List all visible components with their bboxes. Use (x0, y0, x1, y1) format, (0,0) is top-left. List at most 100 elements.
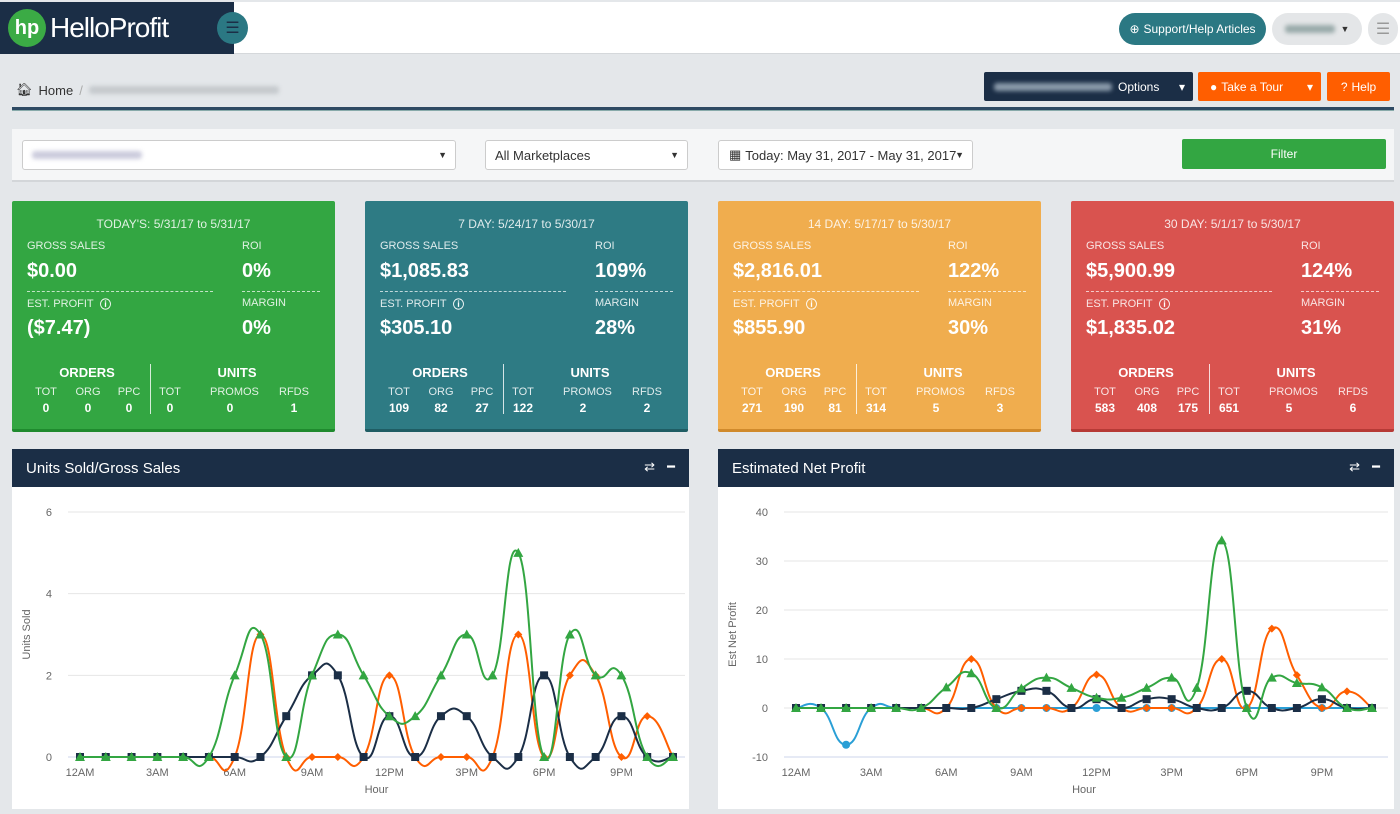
marketplace-value: All Marketplaces (495, 147, 591, 163)
x-tick-label: 12AM (66, 767, 95, 779)
margin-label: MARGIN (948, 297, 992, 309)
support-label: Support/Help Articles (1143, 22, 1256, 36)
rfds-value: 6 (1349, 401, 1357, 415)
data-point (462, 712, 471, 721)
marketplace-select[interactable]: All Marketplaces ▼ (485, 140, 688, 170)
roi-label: ROI (595, 240, 615, 252)
help-button[interactable]: ? Help (1327, 72, 1390, 101)
data-point (435, 670, 446, 680)
units-sold-chart: 0 2 4 6 12AM 3AM 6AM 9AM 12PM 3PM 6PM 9PM Hour Units … (21, 507, 685, 796)
data-point (436, 753, 445, 761)
divider (242, 291, 320, 292)
org-label: ORG (1134, 386, 1160, 398)
y-tick-label: 6 (46, 507, 52, 519)
data-point (1092, 704, 1101, 712)
options-dropdown-button[interactable]: Options ▾ (984, 72, 1193, 101)
y-tick-label: 10 (756, 654, 768, 666)
gross-sales-value: $0.00 (27, 260, 78, 282)
roi-label: ROI (242, 240, 262, 252)
options-label: Options (1118, 79, 1160, 94)
ppc-label: PPC (823, 386, 847, 398)
data-point (1217, 704, 1226, 712)
swap-icon[interactable]: ⇄ (1349, 459, 1360, 475)
series-line (80, 633, 674, 772)
promos-value: 2 (579, 401, 587, 415)
logo[interactable]: hp HelloProfit (0, 2, 234, 54)
data-point (358, 670, 369, 680)
data-point (488, 753, 497, 761)
account-name-redacted (994, 82, 1112, 91)
orders_org-value: 408 (1136, 401, 1158, 415)
account-select[interactable]: ▼ (22, 140, 456, 170)
caret-down-icon: ▾ (1306, 79, 1313, 94)
data-point (1216, 535, 1227, 545)
support-help-button[interactable]: ⊕ Support/Help Articles (1119, 13, 1266, 45)
orders_org-value: 82 (434, 401, 448, 415)
data-point (591, 753, 600, 761)
y-tick-label: 40 (756, 507, 768, 519)
ppc-label: PPC (1176, 386, 1200, 398)
est-profit-value: $855.90 (733, 317, 806, 339)
breadcrumb-separator: / (79, 82, 83, 98)
roi-value: 109% (595, 260, 647, 282)
data-point (1192, 704, 1201, 712)
minimize-icon[interactable]: ━ (667, 459, 675, 475)
orders-heading: ORDERS (412, 365, 468, 380)
orders-heading: ORDERS (765, 365, 821, 380)
x-tick-label: 12PM (1082, 767, 1111, 779)
est-profit-label: EST. PROFIT (380, 298, 447, 310)
orders_tot-value: 271 (741, 401, 763, 415)
user-menu[interactable]: ▼ (1272, 13, 1362, 45)
date-range-picker[interactable]: ▦ Today: May 31, 2017 - May 31, 2017 ▼ (718, 140, 973, 170)
data-point (842, 740, 851, 749)
data-point (385, 671, 394, 680)
info-icon[interactable]: ⓘ (453, 296, 464, 312)
promos-label: PROMOS (916, 386, 965, 398)
x-tick-label: 3AM (146, 767, 169, 779)
margin-value: 28% (595, 317, 636, 339)
data-point (967, 704, 976, 712)
gross-sales-value: $1,085.83 (380, 260, 469, 282)
info-icon[interactable]: ⓘ (100, 296, 111, 312)
filter-button[interactable]: Filter (1182, 139, 1386, 169)
roi-value: 122% (948, 260, 1000, 282)
units_tot-value: 0 (166, 401, 174, 415)
settings-menu-button[interactable]: ☰ (1368, 13, 1398, 45)
net-profit-chart: -10 0 10 20 30 40 12AM 3AM 6AM 9AM 12PM 3PM 6PM 9PM Ho… (727, 507, 1388, 796)
card-title: TODAY'S: 5/31/17 to 5/31/17 (96, 217, 251, 231)
divider (380, 291, 566, 292)
tour-label: Take a Tour (1221, 79, 1284, 94)
divider (595, 291, 673, 292)
x-tick-label: 6PM (1235, 767, 1258, 779)
card-title: 7 DAY: 5/24/17 to 5/30/17 (458, 217, 595, 231)
swap-icon[interactable]: ⇄ (644, 459, 655, 475)
net-profit-panel: Estimated Net Profit ⇄ ━ -10 0 10 20 30 40 12A… (718, 449, 1394, 809)
sidebar-toggle-button[interactable]: ☰ (217, 12, 248, 44)
data-point (308, 753, 317, 761)
summary-card: 14 DAY: 5/17/17 to 5/30/17 GROSS SALES $2,… (718, 201, 1041, 432)
data-point (540, 671, 549, 680)
gross-sales-label: GROSS SALES (380, 240, 459, 252)
margin-label: MARGIN (595, 297, 639, 309)
minimize-icon[interactable]: ━ (1372, 459, 1380, 475)
data-point (1292, 704, 1301, 712)
y-axis-title: Units Sold (21, 609, 33, 659)
x-tick-label: 6AM (223, 767, 246, 779)
tot-label: TOT (159, 386, 181, 398)
roi-value: 124% (1301, 260, 1353, 282)
margin-label: MARGIN (242, 297, 286, 309)
caret-down-icon: ▼ (1340, 24, 1350, 34)
rfds-label: RFDS (1338, 386, 1368, 398)
breadcrumb-home[interactable]: Home (39, 83, 74, 98)
orders_org-value: 190 (783, 401, 805, 415)
info-icon[interactable]: ⓘ (1159, 296, 1170, 312)
info-icon[interactable]: ⓘ (806, 296, 817, 312)
data-point (514, 753, 523, 761)
card-title: 14 DAY: 5/17/17 to 5/30/17 (807, 217, 952, 231)
take-tour-button[interactable]: ● Take a Tour ▾ (1198, 72, 1321, 101)
tot-label: TOT (35, 386, 57, 398)
calendar-icon: ▦ (729, 147, 742, 162)
data-point (411, 753, 420, 761)
data-point (617, 712, 626, 721)
orders_tot-value: 0 (42, 401, 50, 415)
